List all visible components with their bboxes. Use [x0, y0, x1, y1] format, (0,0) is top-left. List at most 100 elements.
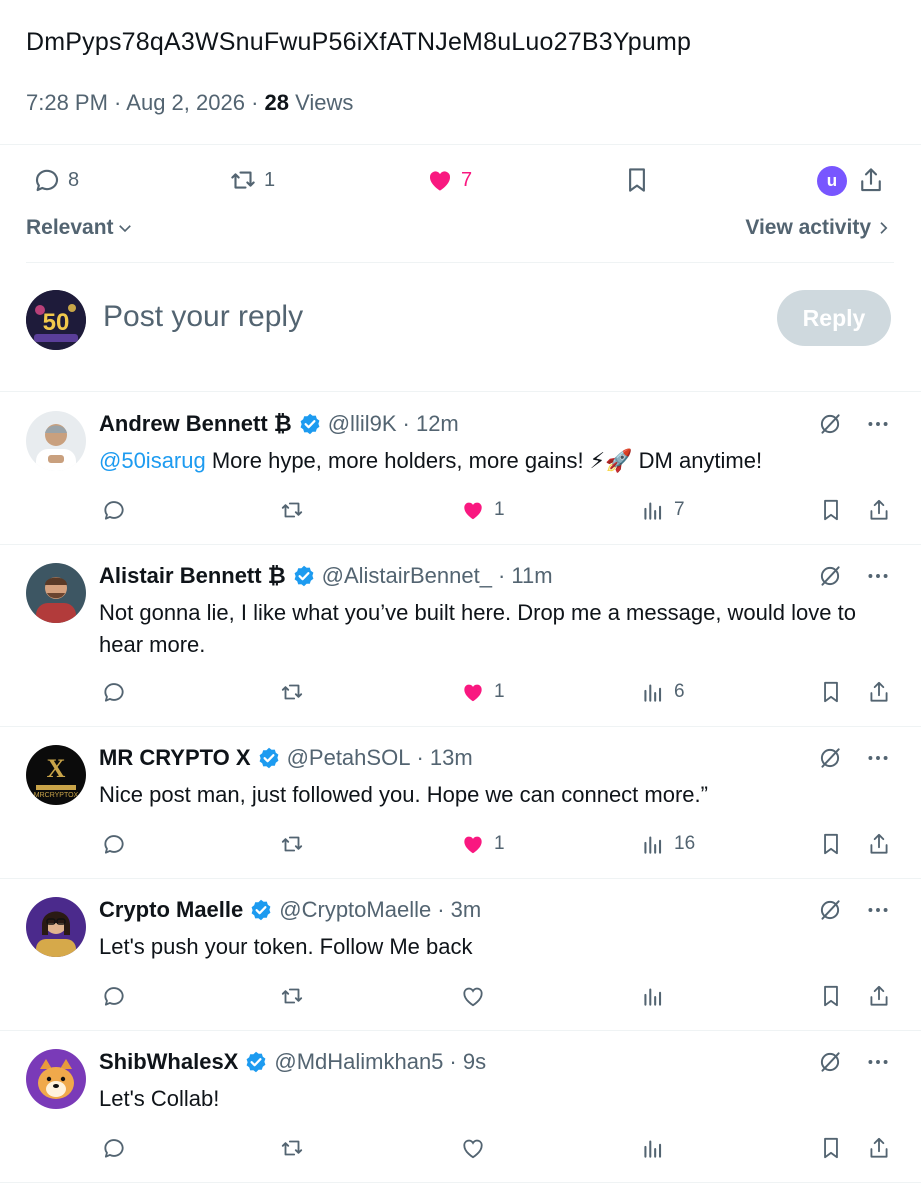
reply-author-name[interactable]: MR CRYPTO X: [99, 745, 251, 771]
share-icon: [861, 168, 881, 192]
grok-icon[interactable]: [817, 563, 843, 589]
reply-bookmark-button[interactable]: [818, 1135, 844, 1161]
post-date[interactable]: Aug 2, 2026: [126, 90, 245, 115]
reply-header: Andrew Bennett ₿ @llil9K · 12m: [99, 411, 459, 437]
reply-button[interactable]: Reply: [777, 290, 891, 346]
reply-body: Not gonna lie, I like what you’ve built …: [99, 600, 856, 657]
post-time[interactable]: 7:28 PM: [26, 90, 108, 115]
reply-repost-button[interactable]: [279, 497, 305, 523]
reply-input[interactable]: Post your reply: [103, 300, 303, 334]
reply-body: Let's Collab!: [99, 1086, 220, 1111]
reply-time[interactable]: · 13m: [416, 745, 472, 771]
reply-bookmark-button[interactable]: [818, 679, 844, 705]
repost-count-button[interactable]: 1: [228, 165, 275, 195]
reply-reply-button[interactable]: [101, 831, 127, 857]
reply-repost-button[interactable]: [279, 1135, 305, 1161]
reply-avatar[interactable]: X MRCRYPTOX: [26, 745, 86, 805]
post-text: DmPyps78qA3WSnuFwuP56iXfATNJeM8uLuo27B3Y…: [26, 28, 692, 56]
reply-icon: [104, 501, 124, 520]
verified-badge-icon: [259, 747, 278, 769]
reply-repost-button[interactable]: [279, 983, 305, 1009]
divider: [0, 544, 921, 545]
avatar-image: 50: [26, 290, 86, 350]
reply-views-button[interactable]: [640, 983, 674, 1009]
more-options-icon[interactable]: [865, 563, 891, 589]
more-options-icon[interactable]: [865, 411, 891, 437]
repost-icon: [281, 836, 303, 852]
reply-avatar[interactable]: [26, 411, 86, 471]
reply-reply-button[interactable]: [101, 983, 127, 1009]
reply-time[interactable]: · 11m: [498, 563, 553, 589]
reply-reply-button[interactable]: [101, 1135, 127, 1161]
reply-bookmark-button[interactable]: [818, 831, 844, 857]
reply-author-handle[interactable]: @CryptoMaelle: [279, 897, 431, 923]
reply-like-button[interactable]: 1: [460, 679, 505, 705]
grok-icon[interactable]: [817, 411, 843, 437]
reply-views-button[interactable]: [640, 1135, 674, 1161]
like-count-button[interactable]: 7: [425, 165, 472, 195]
grok-icon[interactable]: [817, 897, 843, 923]
reply-share-button[interactable]: [866, 1135, 892, 1161]
more-options-icon[interactable]: [865, 745, 891, 771]
reply-time[interactable]: · 9s: [449, 1049, 486, 1075]
reply-icon: [104, 1139, 124, 1158]
grok-icon[interactable]: [817, 1049, 843, 1075]
grok-icon[interactable]: [817, 745, 843, 771]
heart-icon: [463, 1139, 483, 1159]
reply-author-name[interactable]: Alistair Bennett ₿: [99, 563, 286, 589]
heart-filled-icon: [464, 836, 482, 854]
reply-view-count: 7: [674, 499, 685, 520]
reply-like-count: 1: [494, 833, 505, 854]
reply-share-button[interactable]: [866, 679, 892, 705]
reply-count-button[interactable]: 8: [32, 165, 79, 195]
sort-dropdown[interactable]: Relevant: [26, 216, 134, 240]
reply-avatar[interactable]: [26, 1049, 86, 1109]
divider: [0, 878, 921, 879]
reply-avatar[interactable]: [26, 563, 86, 623]
reply-icon: [104, 835, 124, 854]
reply-time[interactable]: · 3m: [437, 897, 481, 923]
reply-author-handle[interactable]: @MdHalimkhan5: [274, 1049, 443, 1075]
reply-bookmark-button[interactable]: [818, 983, 844, 1009]
reply-reply-button[interactable]: [101, 679, 127, 705]
share-icon: [870, 833, 888, 854]
reply-repost-button[interactable]: [279, 679, 305, 705]
reply-reply-button[interactable]: [101, 497, 127, 523]
views-icon: [644, 988, 662, 1006]
reply-mention[interactable]: @50isarug: [99, 448, 206, 473]
more-options-icon[interactable]: [865, 1049, 891, 1075]
more-options-icon[interactable]: [865, 897, 891, 923]
bookmark-icon: [824, 499, 838, 521]
reply-share-button[interactable]: [866, 983, 892, 1009]
reply-author-name[interactable]: ShibWhalesX: [99, 1049, 238, 1075]
reply-like-button[interactable]: [460, 1135, 494, 1161]
view-activity-link[interactable]: View activity: [745, 216, 891, 240]
reply-bookmark-button[interactable]: [818, 497, 844, 523]
reply-share-button[interactable]: [866, 497, 892, 523]
reply-like-button[interactable]: [460, 983, 494, 1009]
reply-share-button[interactable]: [866, 831, 892, 857]
share-button[interactable]: [856, 165, 886, 200]
reply-views-button[interactable]: 16: [640, 831, 695, 857]
views-icon: [644, 502, 662, 520]
reply-author-handle[interactable]: @llil9K: [328, 411, 397, 437]
reply-views-button[interactable]: 6: [640, 679, 685, 705]
reply-author-handle[interactable]: @AlistairBennet_: [322, 563, 492, 589]
reply-views-button[interactable]: 7: [640, 497, 685, 523]
reply-repost-button[interactable]: [279, 831, 305, 857]
reply-author-handle[interactable]: @PetahSOL: [287, 745, 411, 771]
views-icon: [644, 684, 662, 702]
reply-time[interactable]: · 12m: [403, 411, 459, 437]
reply-like-button[interactable]: 1: [460, 497, 505, 523]
grok-user-avatar[interactable]: u: [817, 166, 847, 196]
reply-avatar[interactable]: [26, 897, 86, 957]
reply-like-button[interactable]: 1: [460, 831, 505, 857]
bookmark-button[interactable]: [622, 165, 652, 200]
reply-view-count: 16: [674, 833, 696, 854]
reply-author-name[interactable]: Crypto Maelle: [99, 897, 243, 923]
reply-author-name[interactable]: Andrew Bennett ₿: [99, 411, 292, 437]
repost-icon: [281, 502, 303, 518]
reply-icon: [35, 169, 59, 192]
my-avatar[interactable]: 50: [26, 290, 86, 350]
svg-text:50: 50: [43, 309, 70, 336]
